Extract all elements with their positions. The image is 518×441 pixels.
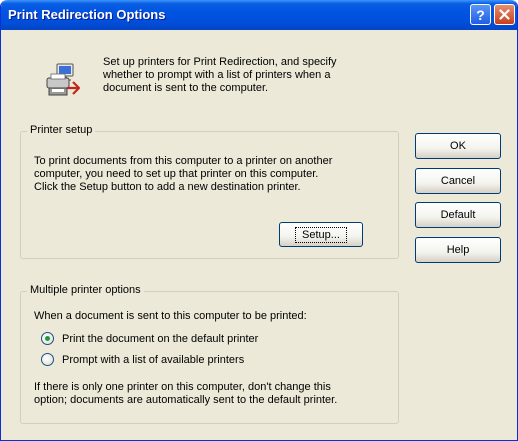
- radio-label-prompt-list: Prompt with a list of available printers: [62, 353, 245, 366]
- title-bar[interactable]: Print Redirection Options ?: [1, 0, 517, 30]
- multiple-printer-options-legend: Multiple printer options: [27, 284, 144, 296]
- ok-button[interactable]: OK: [415, 133, 501, 159]
- printer-redirection-icon: [43, 62, 81, 98]
- radio-prompt-list[interactable]: Prompt with a list of available printers: [41, 353, 244, 366]
- printer-setup-description: To print documents from this computer to…: [34, 155, 333, 193]
- print-redirection-dialog: Print Redirection Options ? Set up print…: [0, 0, 518, 441]
- help-title-button[interactable]: ?: [470, 4, 491, 25]
- help-button[interactable]: Help: [415, 237, 501, 263]
- single-printer-note: If there is only one printer on this com…: [34, 381, 338, 406]
- dialog-title: Print Redirection Options: [8, 7, 166, 22]
- radio-button-selected[interactable]: [41, 332, 54, 345]
- intro-description: Set up printers for Print Redirection, a…: [103, 56, 337, 94]
- close-button[interactable]: [494, 4, 515, 25]
- printer-setup-legend: Printer setup: [27, 124, 96, 136]
- close-icon: [499, 9, 510, 20]
- radio-button-unselected[interactable]: [41, 353, 54, 366]
- radio-label-print-default: Print the document on the default printe…: [62, 332, 259, 345]
- question-mark-icon: ?: [476, 6, 485, 23]
- setup-button[interactable]: Setup...: [279, 222, 363, 247]
- print-question: When a document is sent to this computer…: [34, 310, 307, 322]
- cancel-button[interactable]: Cancel: [415, 168, 501, 194]
- default-button[interactable]: Default: [415, 202, 501, 228]
- radio-print-default-printer[interactable]: Print the document on the default printe…: [41, 332, 258, 345]
- setup-button-label: Setup...: [295, 226, 347, 243]
